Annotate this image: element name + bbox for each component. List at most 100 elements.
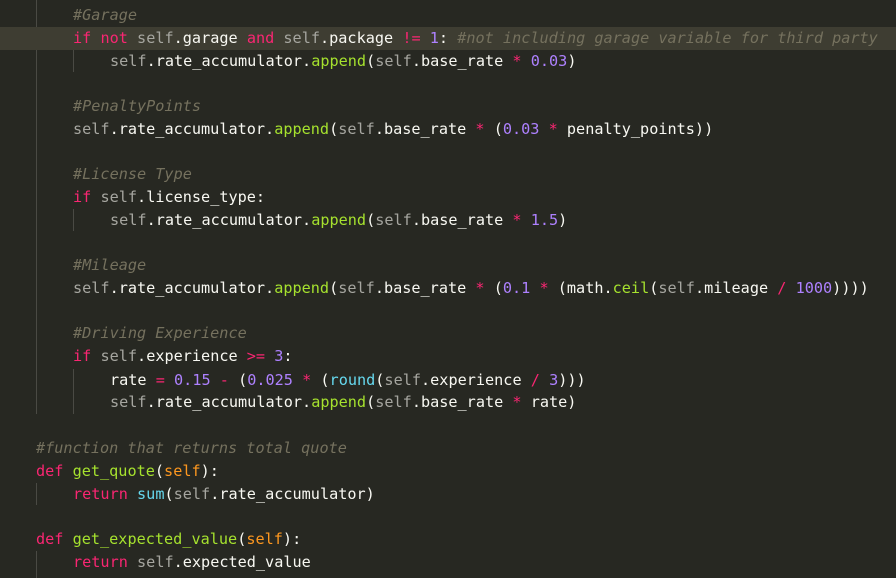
code-line[interactable]: self.rate_accumulator.append(self.base_r… — [73, 277, 896, 300]
code-token: = — [155, 371, 165, 389]
code-token: append — [274, 279, 330, 297]
code-token: )))) — [832, 279, 869, 297]
code-token: 3 — [549, 371, 559, 389]
code-token: ( — [154, 462, 165, 480]
code-token: . — [694, 279, 705, 297]
code-token: ): — [200, 462, 219, 480]
code-token: rate) — [521, 393, 577, 411]
code-token: . — [302, 211, 312, 229]
code-token: experience — [146, 347, 238, 365]
code-line[interactable] — [73, 231, 896, 254]
code-token: . — [374, 279, 384, 297]
code-token: self — [375, 211, 412, 229]
code-line[interactable] — [73, 140, 896, 163]
code-line[interactable] — [73, 300, 896, 323]
code-token: 0.03 — [530, 52, 568, 70]
code-line[interactable]: def get_expected_value(self): — [36, 528, 896, 551]
code-token: if — [73, 29, 92, 47]
code-token: . — [146, 211, 156, 229]
code-token: ( — [329, 120, 339, 138]
code-token: self — [283, 29, 320, 47]
code-line[interactable]: return sum(self.rate_accumulator) — [73, 483, 896, 506]
code-token: : — [438, 29, 458, 47]
code-token: . — [173, 29, 183, 47]
code-token: / — [530, 371, 540, 389]
code-token: self — [73, 279, 110, 297]
code-line[interactable]: #function that returns total quote — [36, 437, 896, 460]
code-token: license_type — [146, 188, 256, 206]
code-token: rate_accumulator — [155, 52, 303, 70]
code-token: : — [255, 188, 266, 206]
code-line[interactable]: self.rate_accumulator.append(self.base_r… — [110, 50, 896, 73]
code-token: return — [73, 553, 128, 571]
code-token: . — [146, 393, 156, 411]
code-line[interactable]: if self.experience >= 3: — [73, 345, 896, 368]
code-token: ( — [329, 279, 339, 297]
code-line[interactable] — [36, 414, 896, 437]
code-token: * — [548, 120, 558, 138]
code-token: . — [146, 52, 156, 70]
code-line[interactable]: #Mileage — [73, 254, 896, 277]
code-line[interactable]: self.rate_accumulator.append(self.base_r… — [110, 391, 896, 414]
code-token: rate_accumulator — [219, 485, 366, 503]
code-line[interactable]: self.rate_accumulator.append(self.base_r… — [110, 209, 896, 232]
code-token: base_rate — [420, 211, 504, 229]
code-token: garage — [182, 29, 238, 47]
code-line[interactable]: self.rate_accumulator.append(self.base_r… — [73, 118, 896, 141]
code-line[interactable]: #Driving Experience — [73, 322, 896, 345]
code-line[interactable]: #Garage — [73, 4, 896, 27]
code-token: def — [36, 462, 64, 480]
code-token: . — [173, 553, 183, 571]
code-token: * — [475, 120, 485, 138]
code-token: . — [421, 371, 431, 389]
code-line[interactable]: #PenaltyPoints — [73, 95, 896, 118]
code-token: append — [311, 211, 367, 229]
code-token: base_rate — [420, 393, 504, 411]
code-token: 1 — [429, 29, 439, 47]
code-token: * — [512, 393, 522, 411]
indent-guide — [73, 369, 74, 414]
code-token: * — [512, 52, 522, 70]
code-token: - — [219, 371, 229, 389]
code-editor[interactable]: #Garage if not self.garage and self.packa… — [0, 0, 896, 578]
code-line[interactable]: #License Type — [73, 163, 896, 186]
code-token: . — [109, 279, 119, 297]
code-token: self — [137, 29, 174, 47]
code-line[interactable]: rate = 0.15 - (0.025 * (round(self.exper… — [110, 369, 896, 392]
code-token: self — [375, 393, 412, 411]
code-token: : — [283, 347, 293, 365]
code-token: self — [658, 279, 695, 297]
code-token: get_expected_value — [72, 530, 238, 548]
code-line[interactable]: def get_quote(self): — [36, 460, 896, 483]
code-token: . — [319, 29, 330, 47]
indent-guide — [36, 0, 37, 414]
code-token: . — [265, 120, 275, 138]
indent-guide — [36, 551, 37, 578]
code-line[interactable]: if self.license_type: — [73, 186, 896, 209]
code-line[interactable] — [73, 72, 896, 95]
code-token: append — [311, 52, 367, 70]
code-token: self — [164, 462, 201, 480]
indent-guide — [36, 483, 37, 505]
code-line[interactable]: if not self.garage and self.package != 1… — [0, 27, 896, 50]
code-token: != — [402, 29, 421, 47]
code-token: . — [302, 52, 312, 70]
code-token: self — [246, 530, 283, 548]
code-token: ) — [365, 485, 375, 503]
code-token: . — [210, 485, 220, 503]
code-token: rate_accumulator — [118, 279, 266, 297]
code-token: ( — [228, 371, 248, 389]
code-line[interactable] — [36, 506, 896, 529]
code-token: if — [73, 347, 92, 365]
code-line[interactable]: return self.expected_value — [73, 551, 896, 574]
code-token: * — [512, 211, 522, 229]
